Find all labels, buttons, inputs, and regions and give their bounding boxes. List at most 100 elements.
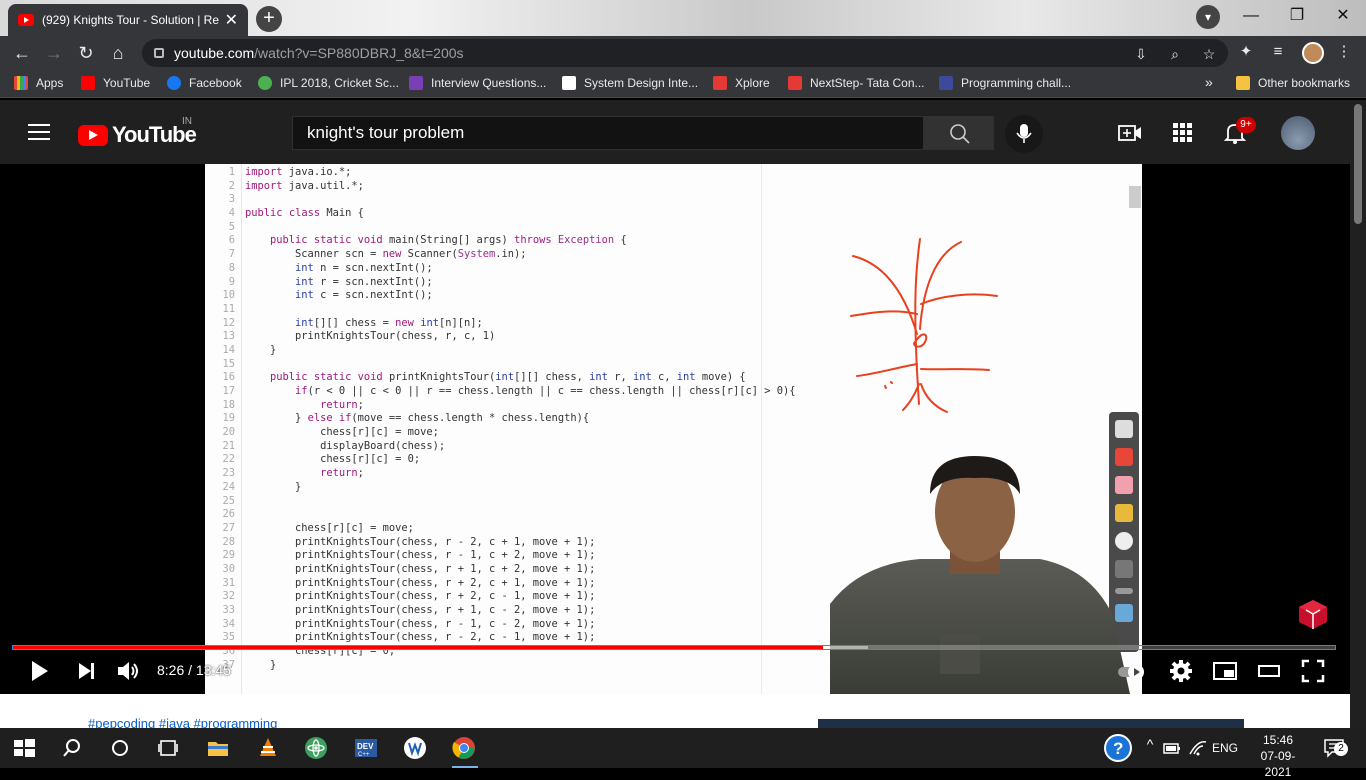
file-explorer-icon[interactable] bbox=[206, 736, 230, 760]
chrome-profile-avatar[interactable] bbox=[1302, 42, 1324, 64]
bookmark-programming-challenge[interactable]: Programming chall... bbox=[939, 76, 1071, 90]
chrome-tab-strip: (929) Knights Tour - Solution | Re ✕ + ▾… bbox=[0, 0, 1366, 36]
show-hidden-icons-button[interactable]: ^ bbox=[1138, 736, 1162, 760]
miniplayer-button[interactable] bbox=[1212, 658, 1238, 684]
home-button[interactable]: ⌂ bbox=[106, 41, 130, 65]
system-clock[interactable]: 15:46 07-09-2021 bbox=[1250, 732, 1306, 780]
code-text: chess[r][c] = 0; bbox=[245, 453, 421, 466]
tcs-favicon-icon bbox=[713, 76, 727, 90]
minimize-button[interactable]: — bbox=[1228, 0, 1274, 32]
bookmark-label: Xplore bbox=[735, 76, 770, 90]
code-line: 3 bbox=[205, 193, 796, 207]
volume-button[interactable] bbox=[115, 658, 141, 684]
notification-badge: 9+ bbox=[1236, 117, 1256, 133]
fullscreen-button[interactable] bbox=[1300, 658, 1326, 684]
pen-tool-icon[interactable] bbox=[1115, 420, 1133, 438]
voice-search-button[interactable] bbox=[1005, 115, 1043, 153]
bookmark-xplore[interactable]: Xplore bbox=[713, 76, 770, 90]
windows-start-icon[interactable] bbox=[12, 736, 36, 760]
create-video-icon[interactable] bbox=[1117, 120, 1143, 146]
code-text: printKnightsTour(chess, r + 1, c - 2, mo… bbox=[245, 604, 596, 616]
notepad-app-icon[interactable] bbox=[403, 736, 427, 760]
bookmark-apps[interactable]: Apps bbox=[14, 76, 63, 90]
bookmark-interview-questions[interactable]: Interview Questions... bbox=[409, 76, 546, 90]
code-line: 2 import java.util.*; bbox=[205, 180, 796, 194]
bookmark-facebook[interactable]: Facebook bbox=[167, 76, 242, 90]
page-scrollbar[interactable] bbox=[1350, 100, 1366, 728]
dev-cpp-icon[interactable]: DEV C++ bbox=[354, 736, 378, 760]
zoom-icon[interactable]: ⌕ bbox=[1166, 45, 1184, 63]
next-button[interactable] bbox=[73, 658, 99, 684]
vlc-icon[interactable] bbox=[256, 736, 280, 760]
code-text: import java.util.*; bbox=[245, 179, 364, 192]
chrome-taskbar-icon[interactable] bbox=[452, 736, 478, 768]
extensions-icon[interactable]: ✦ bbox=[1236, 42, 1256, 62]
search-button[interactable] bbox=[924, 116, 994, 150]
close-window-button[interactable]: ✕ bbox=[1320, 0, 1366, 32]
media-control-icon[interactable]: ≡ bbox=[1268, 42, 1288, 62]
youtube-logo[interactable]: YouTube IN bbox=[78, 116, 197, 148]
bookmark-ipl[interactable]: IPL 2018, Cricket Sc... bbox=[258, 76, 399, 90]
avatar[interactable] bbox=[1281, 116, 1315, 150]
restore-button[interactable]: ❐ bbox=[1274, 0, 1320, 32]
code-text: import java.io.*; bbox=[245, 166, 352, 178]
bookmark-label: Interview Questions... bbox=[431, 76, 547, 90]
line-number: 2 bbox=[228, 179, 235, 192]
line-number: 15 bbox=[222, 357, 235, 370]
code-line: 14 } bbox=[205, 344, 796, 358]
bookmark-system-design[interactable]: System Design Inte... bbox=[562, 76, 698, 90]
forward-button[interactable]: → bbox=[42, 41, 66, 65]
video-player[interactable]: 1 import java.io.*; 2 import java.util.*; 3 4… bbox=[0, 164, 1350, 694]
code-line: 17 if(r < 0 || c < 0 || r == chess.lengt… bbox=[205, 385, 795, 399]
line-number: 30 bbox=[222, 562, 235, 575]
other-bookmarks[interactable]: Other bookmarks bbox=[1236, 76, 1350, 90]
wifi-icon[interactable] bbox=[1186, 736, 1210, 760]
apps-grid-icon[interactable] bbox=[1170, 120, 1196, 146]
code-line: 11 bbox=[205, 303, 796, 317]
theater-mode-button[interactable] bbox=[1256, 658, 1282, 684]
notification-count-badge: 2 bbox=[1334, 742, 1348, 756]
bookmark-nextstep[interactable]: NextStep- Tata Con... bbox=[788, 76, 925, 90]
code-line: 24 } bbox=[205, 481, 796, 495]
search-icon[interactable] bbox=[60, 736, 84, 760]
channel-watermark-logo[interactable] bbox=[1297, 598, 1329, 630]
settings-button[interactable] bbox=[1168, 658, 1194, 684]
play-button[interactable] bbox=[26, 658, 52, 684]
bookmark-star-icon[interactable]: ☆ bbox=[1200, 45, 1218, 63]
svg-text:DEV: DEV bbox=[357, 742, 374, 751]
install-app-icon[interactable]: ⇩ bbox=[1132, 45, 1150, 63]
facebook-favicon-icon bbox=[167, 76, 181, 90]
scrollbar-thumb[interactable] bbox=[1354, 104, 1362, 224]
cortana-icon[interactable] bbox=[108, 736, 132, 760]
tab-close-button[interactable]: ✕ bbox=[225, 10, 238, 30]
reload-button[interactable]: ↻ bbox=[74, 41, 98, 65]
line-number: 6 bbox=[228, 234, 235, 247]
atom-editor-icon[interactable] bbox=[304, 736, 328, 760]
code-text: int[][] chess = new int[n][n]; bbox=[295, 316, 483, 329]
video-progress-bar[interactable] bbox=[12, 645, 1336, 650]
bookmark-youtube[interactable]: YouTube bbox=[81, 76, 150, 90]
task-view-icon[interactable] bbox=[156, 736, 180, 760]
code-text: public class Main { bbox=[245, 207, 364, 220]
clock-time: 15:46 bbox=[1262, 733, 1294, 747]
tab-search-button[interactable]: ▾ bbox=[1196, 5, 1220, 29]
input-language[interactable]: ENG bbox=[1212, 741, 1238, 755]
chrome-menu-icon[interactable]: ⋮ bbox=[1334, 42, 1354, 62]
code-line: 7 Scanner scn = new Scanner(System.in); bbox=[205, 248, 796, 262]
code-text: printKnightsTour(chess, r, c, 1) bbox=[245, 330, 496, 343]
back-button[interactable]: ← bbox=[10, 41, 34, 65]
browser-tab-active[interactable]: (929) Knights Tour - Solution | Re ✕ bbox=[8, 4, 248, 36]
duration: 13:45 bbox=[195, 662, 231, 678]
address-bar[interactable]: youtube.com/watch?v=SP880DBRJ_8&t=200s ⇩… bbox=[142, 39, 1228, 67]
new-tab-button[interactable]: + bbox=[256, 6, 282, 32]
code-editor: 1 import java.io.*; 2 import java.util.*; 3 4… bbox=[205, 166, 796, 672]
battery-icon[interactable] bbox=[1160, 736, 1184, 760]
autoplay-toggle[interactable] bbox=[1116, 658, 1150, 684]
code-text: int c = scn.nextInt(); bbox=[295, 289, 433, 302]
bookmarks-overflow-button[interactable]: » bbox=[1205, 74, 1213, 90]
code-line: 29 printKnightsTour(chess, r - 1, c + 2,… bbox=[205, 549, 796, 563]
search-input[interactable]: knight's tour problem bbox=[292, 116, 924, 150]
menu-icon[interactable] bbox=[28, 124, 50, 140]
help-icon[interactable]: ? bbox=[1104, 734, 1132, 762]
line-number: 16 bbox=[222, 371, 235, 384]
